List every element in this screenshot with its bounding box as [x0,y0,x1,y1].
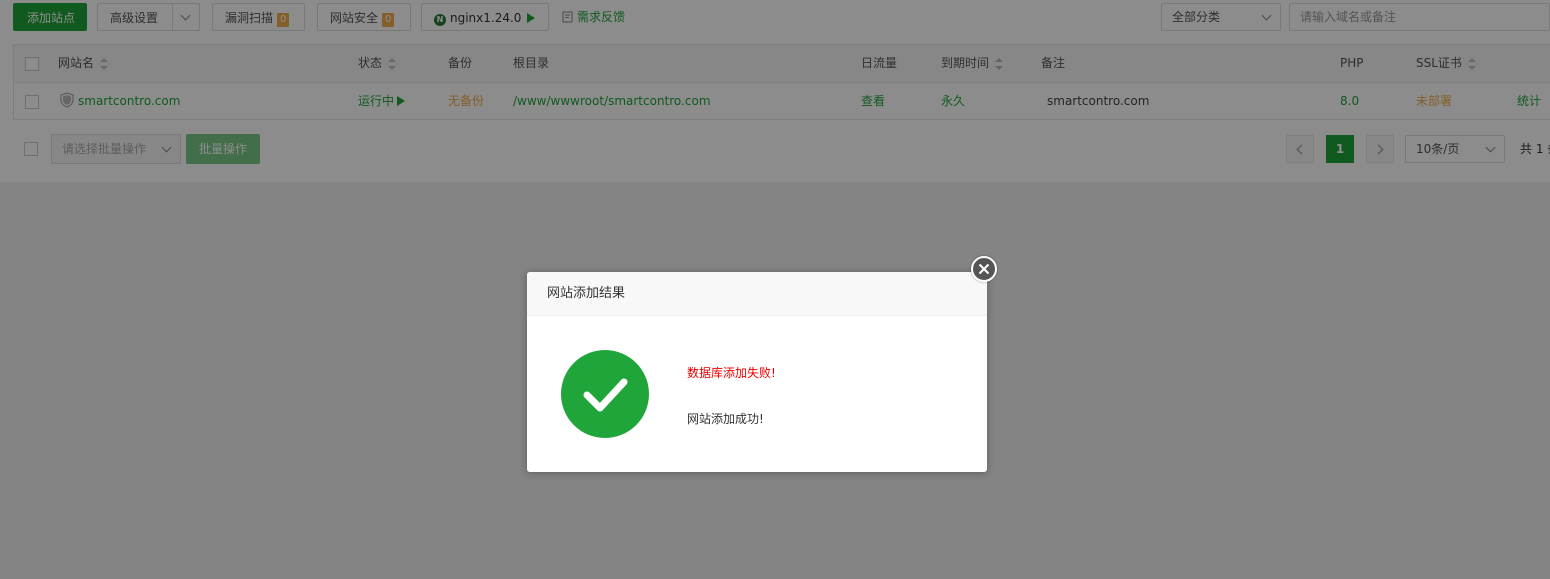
site-add-result-dialog: 网站添加结果 数据库添加失败! 网站添加成功! [527,256,997,472]
close-icon [978,263,990,275]
dialog-title: 网站添加结果 [527,272,987,316]
database-error-message: 数据库添加失败! [687,366,776,380]
site-success-message: 网站添加成功! [687,412,764,426]
success-check-icon [561,350,649,438]
close-button[interactable] [971,256,997,282]
